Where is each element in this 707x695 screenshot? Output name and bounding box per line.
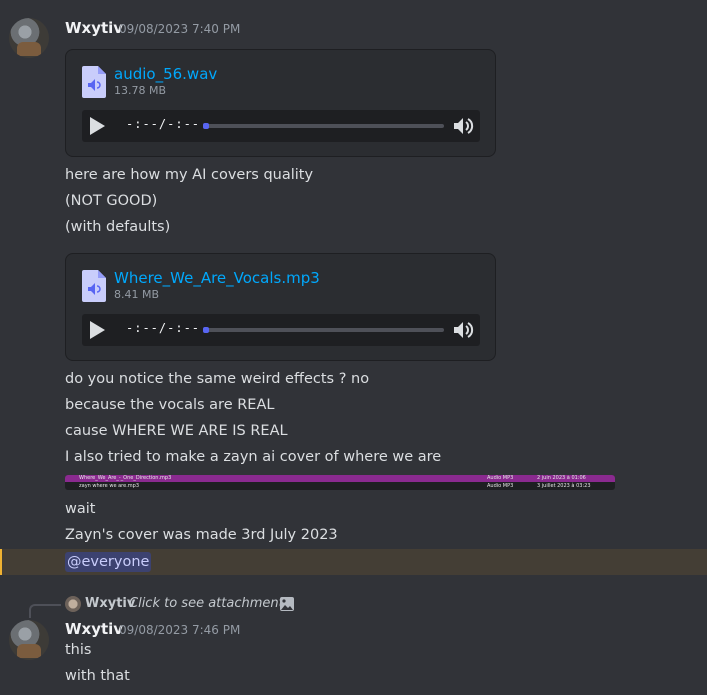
audio-player: -:--/-:-- (82, 110, 480, 142)
volume-icon[interactable] (452, 116, 474, 136)
reply-avatar[interactable] (65, 596, 81, 612)
message-text: here are how my AI covers quality (65, 167, 314, 183)
audio-attachment: audio_56.wav 13.78 MB -:--/-:-- (65, 49, 496, 157)
file-name-link[interactable]: audio_56.wav (114, 65, 217, 83)
progress-track[interactable] (203, 328, 444, 332)
play-icon[interactable] (90, 117, 105, 135)
progress-track[interactable] (203, 124, 444, 128)
message-text: (NOT GOOD) (65, 193, 158, 209)
message-text: because the vocals are REAL (65, 397, 275, 413)
message-timestamp: 09/08/2023 7:40 PM (119, 22, 241, 36)
image-icon (280, 597, 294, 611)
message-text: do you notice the same weird effects ? n… (65, 371, 370, 387)
file-row: zayn where we are.mp3 Audio MP3 3 juille… (65, 483, 615, 490)
volume-icon[interactable] (452, 320, 474, 340)
playback-time: -:--/-:-- (126, 321, 201, 335)
message-text: cause WHERE WE ARE IS REAL (65, 423, 288, 439)
message-text: Zayn's cover was made 3rd July 2023 (65, 527, 338, 543)
reply-preview-text[interactable]: Click to see attachment (129, 596, 284, 611)
username[interactable]: Wxytiv (65, 620, 123, 638)
audio-attachment: Where_We_Are_Vocals.mp3 8.41 MB -:--/-:-… (65, 253, 496, 361)
username[interactable]: Wxytiv (65, 19, 123, 37)
avatar[interactable] (9, 18, 49, 58)
audio-player: -:--/-:-- (82, 314, 480, 346)
file-size: 13.78 MB (114, 84, 167, 97)
file-name-link[interactable]: Where_We_Are_Vocals.mp3 (114, 269, 320, 287)
reply-spine (29, 604, 61, 618)
progress-knob[interactable] (203, 327, 209, 333)
file-row-name: zayn where we are.mp3 (79, 483, 140, 489)
avatar[interactable] (9, 620, 49, 660)
file-row: Where_We_Are_-_One_Direction.mp3 Audio M… (65, 475, 615, 482)
message-text: with that (65, 668, 130, 684)
progress-knob[interactable] (203, 123, 209, 129)
playback-time: -:--/-:-- (126, 117, 201, 131)
image-attachment[interactable]: Where_We_Are_-_One_Direction.mp3 Audio M… (65, 475, 615, 490)
everyone-mention[interactable]: @everyone (65, 552, 152, 572)
reply-username[interactable]: Wxytiv (85, 596, 135, 611)
message-text: (with defaults) (65, 219, 171, 235)
play-icon[interactable] (90, 321, 105, 339)
message-text: wait (65, 501, 96, 517)
file-row-date: 3 juillet 2023 à 03:23 (537, 483, 591, 489)
file-row-name: Where_We_Are_-_One_Direction.mp3 (79, 475, 172, 481)
file-row-kind: Audio MP3 (487, 483, 514, 489)
file-row-kind: Audio MP3 (487, 475, 514, 481)
file-row-date: 2 juin 2023 à 01:06 (537, 475, 586, 481)
audio-file-icon (82, 66, 106, 98)
message-text: this (65, 642, 92, 658)
message-timestamp: 09/08/2023 7:46 PM (119, 623, 241, 637)
message-text: I also tried to make a zayn ai cover of … (65, 449, 442, 465)
audio-file-icon (82, 270, 106, 302)
file-size: 8.41 MB (114, 288, 160, 301)
